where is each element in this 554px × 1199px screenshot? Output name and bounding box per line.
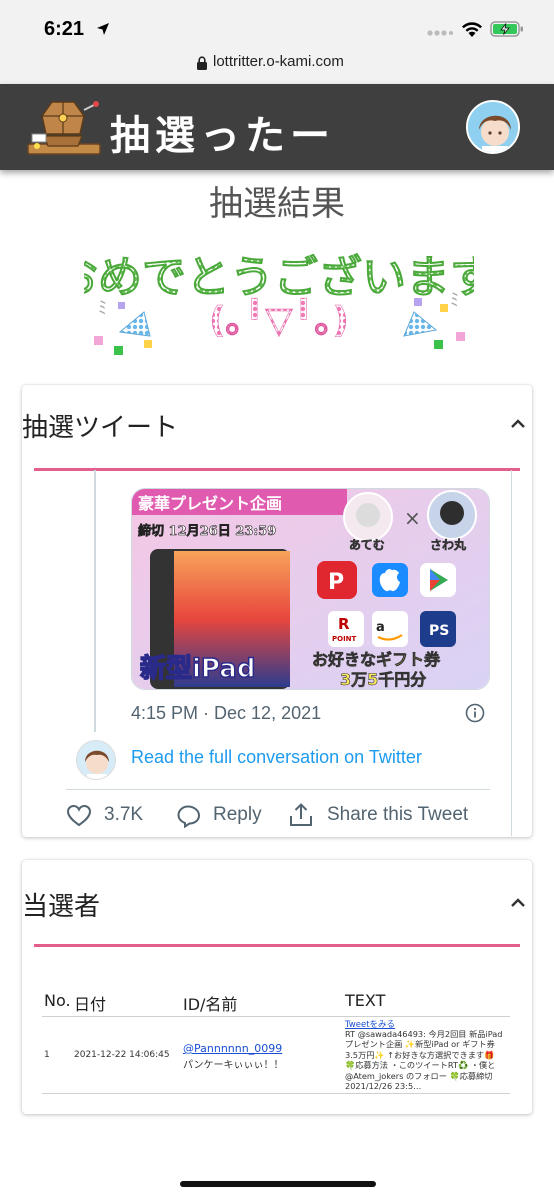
row-number: 1 xyxy=(44,1050,50,1060)
tweet-actions-divider xyxy=(66,789,490,790)
cellular-signal-icon xyxy=(427,30,453,36)
reply-button[interactable]: Reply xyxy=(213,804,262,826)
svg-text:ﾐ: ﾐ xyxy=(98,298,107,319)
svg-text:おめでとうございます: おめでとうございます xyxy=(84,252,474,303)
svg-text:豪華プレゼント企画: 豪華プレゼント企画 xyxy=(138,494,282,513)
svg-text:PS: PS xyxy=(429,623,449,639)
svg-text:あてむ: あてむ xyxy=(349,538,385,552)
winner-tweet-text: RT @sawada46493: 今月2回目 新品iPad プレゼント企画 ✨新… xyxy=(345,1029,503,1092)
column-header-no: No. xyxy=(44,991,71,1010)
tweet-timestamp[interactable]: 4:15 PM · Dec 12, 2021 xyxy=(131,703,321,724)
column-header-text: TEXT xyxy=(345,991,386,1010)
winner-user-id-link[interactable]: @Pannnnnn_0099 xyxy=(183,1042,282,1055)
svg-text:P: P xyxy=(328,570,344,595)
reply-icon[interactable] xyxy=(176,804,202,828)
chevron-up-icon[interactable] xyxy=(510,419,526,429)
info-icon[interactable] xyxy=(465,703,485,723)
row-date: 2021-12-22 14:06:45 xyxy=(74,1050,170,1060)
page-heading: 抽選結果 xyxy=(209,184,345,224)
table-row-divider xyxy=(42,1093,510,1094)
svg-text:新型iPad: 新型iPad xyxy=(140,653,255,684)
heart-icon[interactable] xyxy=(66,804,92,828)
svg-text:R: R xyxy=(338,615,350,633)
svg-text:3万5千円分: 3万5千円分 xyxy=(340,670,426,689)
svg-text:POINT: POINT xyxy=(332,635,357,643)
site-title[interactable]: 抽選ったー xyxy=(110,103,335,161)
share-icon[interactable] xyxy=(288,802,314,828)
like-count[interactable]: 3.7K xyxy=(104,804,143,826)
column-header-date: 日付 xyxy=(74,995,107,1014)
congratulations-banner-image: おめでとうございます (｡╹▽╹｡) ﾐ ﾐ xyxy=(84,252,474,355)
share-tweet-button[interactable]: Share this Tweet xyxy=(327,804,468,826)
column-header-id-name: ID/名前 xyxy=(183,995,238,1014)
svg-text:×: × xyxy=(404,506,421,530)
svg-text:お好きなギフト券: お好きなギフト券 xyxy=(312,650,441,669)
url-text[interactable]: lottritter.o-kami.com xyxy=(213,53,344,70)
wifi-icon xyxy=(462,22,482,37)
lottery-machine-logo[interactable] xyxy=(22,96,104,158)
thread-line xyxy=(94,470,96,732)
table-header-divider xyxy=(42,1016,510,1017)
home-indicator[interactable] xyxy=(180,1181,376,1187)
winner-user-name: パンケーキぃぃぃ！！ xyxy=(183,1060,284,1071)
svg-text:a: a xyxy=(376,620,385,635)
tweet-card-title: 抽選ツイート xyxy=(22,413,179,443)
status-time: 6:21 xyxy=(44,18,85,40)
location-arrow-icon xyxy=(97,23,109,35)
svg-text:(｡╹▽╹｡): (｡╹▽╹｡) xyxy=(209,298,349,341)
winners-card-title: 当選者 xyxy=(22,892,101,922)
chevron-up-icon[interactable] xyxy=(510,898,526,908)
read-full-conversation-link[interactable]: Read the full conversation on Twitter xyxy=(131,747,422,768)
user-avatar[interactable] xyxy=(466,100,520,154)
tweet-author-avatar[interactable] xyxy=(76,740,116,780)
svg-text:締切 12月26日 23:59: 締切 12月26日 23:59 xyxy=(138,523,276,539)
winners-card-divider xyxy=(34,944,520,947)
svg-text:ﾐ: ﾐ xyxy=(450,290,459,311)
svg-text:さわ丸: さわ丸 xyxy=(430,537,467,552)
lock-icon xyxy=(197,56,207,70)
battery-charging-icon xyxy=(490,21,523,37)
tweet-image[interactable]: 豪華プレゼント企画 締切 12月26日 23:59 新型iPad × あてむ さ… xyxy=(131,488,490,690)
